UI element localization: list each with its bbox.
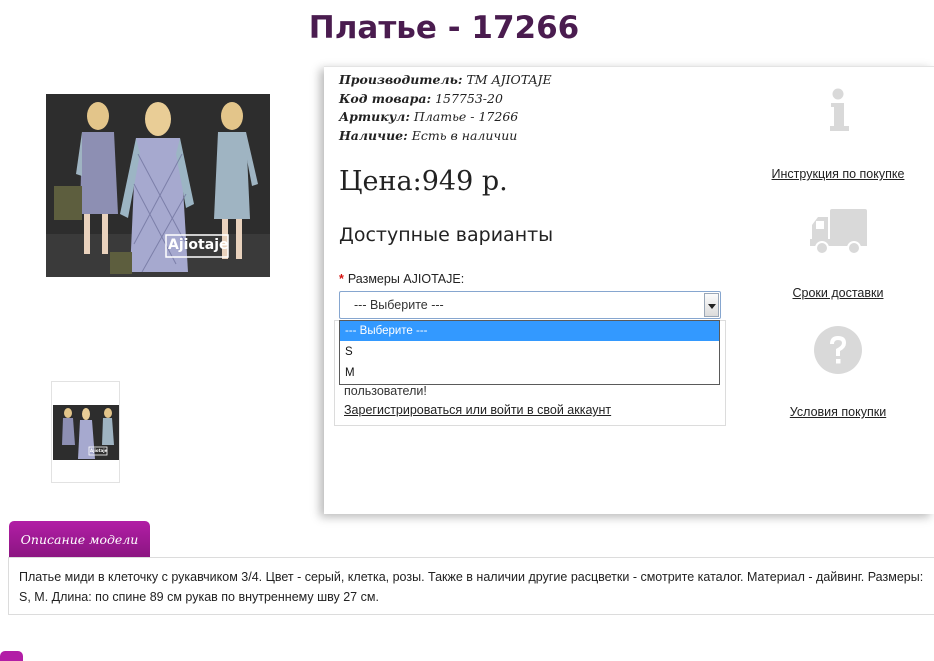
register-login-link[interactable]: Зарегистрироваться или войти в свой акка…: [344, 403, 611, 417]
product-main-image[interactable]: Ajiotaje: [46, 94, 270, 277]
image-caption: Ajiotaje: [168, 237, 229, 253]
meta-manufacturer: Производитель: TM AJIOTAJE: [339, 71, 552, 90]
chevron-down-icon[interactable]: [704, 293, 719, 317]
meta-code-label: Код товара:: [339, 90, 432, 106]
size-option[interactable]: M: [340, 363, 719, 383]
size-option[interactable]: S: [340, 342, 719, 362]
meta-code-value: 157753-20: [435, 90, 503, 106]
purchase-terms-link[interactable]: Условия покупки: [758, 405, 918, 419]
meta-article-label: Артикул:: [339, 109, 410, 124]
thumbnail-image: Ajiotaje: [53, 405, 119, 460]
thumbnail-caption: Ajiotaje: [90, 448, 108, 453]
meta-code: Код товара: 157753-20: [339, 90, 552, 109]
login-notice-text: пользователи!: [344, 384, 427, 398]
product-description: Платье миди в клеточку с рукавчиком 3/4.…: [19, 570, 924, 604]
product-photo-illustration: [46, 94, 270, 277]
meta-article-value: Платье - 17266: [413, 109, 519, 124]
size-select-value: --- Выберите ---: [354, 298, 444, 312]
meta-availability: Наличие: Есть в наличии: [339, 127, 552, 146]
question-icon: [814, 326, 862, 374]
product-price: Цена:949 р.: [339, 166, 508, 197]
meta-availability-value: Есть в наличии: [411, 127, 518, 143]
variants-heading: Доступные варианты: [339, 224, 554, 246]
meta-article: Артикул: Платье - 17266: [339, 108, 552, 127]
size-option[interactable]: --- Выберите ---: [340, 321, 719, 341]
tab-description[interactable]: Описание модели: [9, 521, 150, 558]
size-label-text: Размеры AJIOTAJE:: [347, 272, 465, 286]
delivery-terms-link[interactable]: Сроки доставки: [758, 286, 918, 300]
size-dropdown-list: --- Выберите --- S M: [339, 320, 720, 385]
product-meta: Производитель: TM AJIOTAJE Код товара: 1…: [339, 71, 552, 145]
size-label: * Размеры AJIOTAJE:: [339, 272, 464, 286]
product-thumbnail[interactable]: Ajiotaje: [51, 381, 120, 483]
meta-manufacturer-value: TM AJIOTAJE: [466, 72, 552, 87]
truck-icon: [810, 209, 867, 255]
page-title: Платье - 17266: [308, 10, 580, 46]
meta-manufacturer-label: Производитель:: [339, 72, 463, 87]
info-icon: [830, 88, 849, 131]
thumbnail-illustration: [53, 405, 119, 460]
required-mark: *: [339, 272, 344, 286]
size-select[interactable]: --- Выберите ---: [339, 291, 721, 319]
scroll-top-button[interactable]: [0, 651, 23, 661]
meta-availability-label: Наличие:: [339, 127, 408, 143]
purchase-instruction-link[interactable]: Инструкция по покупке: [758, 167, 918, 181]
